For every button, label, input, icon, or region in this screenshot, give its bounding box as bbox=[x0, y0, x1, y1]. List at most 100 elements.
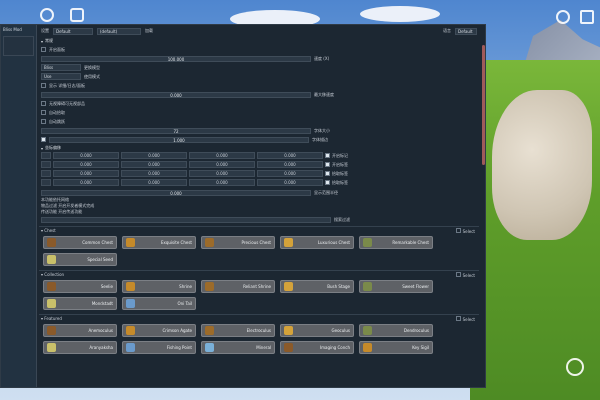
coord-index bbox=[41, 161, 51, 168]
coord-value-input[interactable]: 0.000 bbox=[121, 170, 187, 177]
coord-toggle[interactable]: 拾取标签 bbox=[325, 170, 373, 177]
filter-button[interactable]: Mondstadt bbox=[43, 297, 117, 310]
setting-checkbox[interactable] bbox=[41, 110, 46, 115]
coord-checkbox[interactable] bbox=[325, 180, 330, 185]
filter-button[interactable]: Dendroculus bbox=[359, 324, 433, 337]
coord-toggle[interactable]: 拾取标签 bbox=[325, 179, 373, 186]
filter-button[interactable]: Shrine bbox=[122, 280, 196, 293]
filter-button[interactable]: Bush Stage bbox=[280, 280, 354, 293]
coord-value-input[interactable]: 0.000 bbox=[257, 170, 323, 177]
filter-button-label: Seelie bbox=[100, 284, 113, 289]
setting-label: 更换模型 bbox=[84, 64, 100, 70]
filter-button[interactable]: Aranyaksha bbox=[43, 341, 117, 354]
filter-button[interactable]: Oni Tail bbox=[122, 297, 196, 310]
item-icon bbox=[363, 282, 372, 291]
filter-button[interactable]: Exquisite Chest bbox=[122, 236, 196, 249]
coord-value-input[interactable]: 0.000 bbox=[257, 179, 323, 186]
setting-slider[interactable]: 72 bbox=[41, 127, 311, 134]
setting-checkbox[interactable] bbox=[41, 101, 46, 106]
coord-toggle[interactable]: 开启标签 bbox=[325, 161, 373, 168]
category-header[interactable]: ▾ Collection Select bbox=[39, 270, 479, 278]
filter-button[interactable]: Luxurious Chest bbox=[280, 236, 354, 249]
coord-value-input[interactable]: 0.000 bbox=[53, 170, 119, 177]
coord-value-input[interactable]: 0.000 bbox=[53, 161, 119, 168]
filter-button[interactable]: Mineral bbox=[201, 341, 275, 354]
filter-button[interactable]: Imaging Conch bbox=[280, 341, 354, 354]
filter-button[interactable]: Geoculus bbox=[280, 324, 354, 337]
coord-value-input[interactable]: 0.000 bbox=[257, 152, 323, 159]
item-icon bbox=[47, 238, 56, 247]
filter-button[interactable]: Sweet Flower bbox=[359, 280, 433, 293]
filter-button-label: Reliant Shrine bbox=[243, 284, 271, 289]
book-icon[interactable] bbox=[580, 10, 594, 24]
category-header[interactable]: ▾ Chest Select bbox=[39, 226, 479, 234]
search-input[interactable] bbox=[41, 216, 331, 223]
filter-button[interactable]: Key Sigil bbox=[359, 341, 433, 354]
setting-checkbox[interactable] bbox=[41, 137, 46, 142]
select-checkbox[interactable] bbox=[456, 271, 462, 277]
coord-value-input[interactable]: 0.000 bbox=[257, 161, 323, 168]
skill-icon[interactable] bbox=[566, 358, 584, 376]
compass-icon[interactable] bbox=[556, 10, 570, 24]
coord-checkbox[interactable] bbox=[325, 153, 330, 158]
coord-checkbox[interactable] bbox=[325, 162, 330, 167]
paimon-menu-icon[interactable] bbox=[40, 8, 54, 22]
filter-button[interactable]: Precious Chest bbox=[201, 236, 275, 249]
setting-label: 速度 (X) bbox=[314, 55, 330, 61]
coord-value-input[interactable]: 0.000 bbox=[189, 170, 255, 177]
coord-toggle[interactable]: 开启标记 bbox=[325, 152, 373, 159]
item-icon bbox=[126, 326, 135, 335]
filter-button[interactable]: Special Seed bbox=[43, 253, 117, 266]
filter-button-label: Common Chest bbox=[82, 240, 113, 245]
profile-dropdown-2[interactable]: (default) bbox=[97, 27, 141, 35]
sidebar-item[interactable] bbox=[3, 36, 34, 56]
item-icon bbox=[284, 326, 293, 335]
filter-button[interactable]: Fishing Point bbox=[122, 341, 196, 354]
item-icon bbox=[205, 238, 214, 247]
coord-value-input[interactable]: 0.000 bbox=[121, 152, 187, 159]
category-name: ▾ Collection bbox=[41, 272, 65, 277]
filter-button[interactable]: Reliant Shrine bbox=[201, 280, 275, 293]
coord-value-input[interactable]: 0.000 bbox=[189, 179, 255, 186]
coord-value-input[interactable]: 0.000 bbox=[189, 152, 255, 159]
coord-value-input[interactable]: 0.000 bbox=[121, 161, 187, 168]
filter-button[interactable]: Common Chest bbox=[43, 236, 117, 249]
filter-button-label: Imaging Conch bbox=[319, 345, 350, 350]
select-checkbox[interactable] bbox=[456, 227, 462, 233]
setting-checkbox[interactable] bbox=[41, 47, 46, 52]
scrollbar[interactable] bbox=[482, 45, 485, 165]
setting-checkbox[interactable] bbox=[41, 83, 46, 88]
select-checkbox[interactable] bbox=[456, 315, 462, 321]
setting-dropdown[interactable]: Use bbox=[41, 73, 81, 80]
filter-button[interactable]: Anemoculus bbox=[43, 324, 117, 337]
setting-label: 无视障碍可无视部品 bbox=[49, 100, 85, 106]
coord-value-input[interactable]: 0.000 bbox=[53, 152, 119, 159]
setting-slider[interactable]: 1.000 bbox=[49, 136, 309, 143]
category-header[interactable]: ▾ Featured Select bbox=[39, 314, 479, 322]
language-dropdown[interactable]: Default bbox=[455, 27, 477, 35]
item-icon bbox=[126, 299, 135, 308]
search-row: 搜索过滤 bbox=[39, 215, 479, 224]
category-buttons: Anemoculus Crimson Agate Electroculus Geocu… bbox=[39, 322, 479, 356]
filter-button[interactable]: Crimson Agate bbox=[122, 324, 196, 337]
filter-button[interactable]: Seelie bbox=[43, 280, 117, 293]
section-general[interactable]: ▾ 常规 bbox=[39, 37, 479, 45]
setting-slider[interactable]: 100.000 bbox=[41, 55, 311, 62]
filter-button[interactable]: Remarkable Chest bbox=[359, 236, 433, 249]
category-select-toggle[interactable]: Select bbox=[456, 227, 475, 234]
coord-value-input[interactable]: 0.000 bbox=[189, 161, 255, 168]
load-button[interactable]: 加载 bbox=[145, 28, 153, 34]
profile-dropdown[interactable]: Default bbox=[53, 27, 93, 35]
range-slider[interactable]: 0.000 bbox=[41, 189, 311, 196]
category-select-toggle[interactable]: Select bbox=[456, 271, 475, 278]
setting-dropdown[interactable]: Bliss bbox=[41, 64, 81, 71]
setting-slider[interactable]: 0.000 bbox=[41, 91, 311, 98]
camera-icon[interactable] bbox=[70, 8, 84, 22]
coord-value-input[interactable]: 0.000 bbox=[53, 179, 119, 186]
coord-value-input[interactable]: 0.000 bbox=[121, 179, 187, 186]
coord-checkbox[interactable] bbox=[325, 171, 330, 176]
setting-checkbox[interactable] bbox=[41, 119, 46, 124]
filter-button[interactable]: Electroculus bbox=[201, 324, 275, 337]
category-select-toggle[interactable]: Select bbox=[456, 315, 475, 322]
section-coords[interactable]: ▾ 坐标偏移 bbox=[39, 144, 479, 152]
